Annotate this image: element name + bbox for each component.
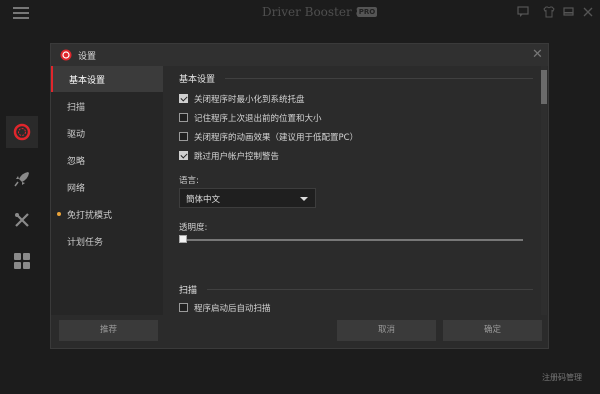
dialog-title: 设置 [78, 52, 97, 62]
feedback-icon[interactable] [517, 6, 529, 18]
settings-content: 基本设置 关闭程序时最小化到系统托盘 记住程序上次退出前的位置和大小 关闭程序的… [163, 66, 548, 315]
sidebar-item-network[interactable]: 网络 [51, 174, 163, 200]
left-nav [0, 26, 50, 394]
sidebar-item-basic[interactable]: 基本设置 [51, 66, 163, 92]
sidebar-item-label: 网络 [67, 184, 86, 194]
app-title: Driver Booster 8 [262, 5, 364, 19]
dialog-close-icon[interactable]: ✕ [532, 47, 543, 62]
ok-button[interactable]: 确定 [443, 320, 542, 341]
checkbox-label: 记住程序上次退出前的位置和大小 [194, 114, 322, 124]
dialog-footer: 推荐 取消 确定 [51, 315, 548, 348]
sidebar-item-label: 基本设置 [69, 76, 106, 86]
section-title-basic: 基本设置 [179, 75, 216, 85]
transparency-label: 透明度: [179, 223, 208, 233]
checkbox[interactable] [179, 94, 188, 103]
shirt-icon[interactable] [543, 6, 555, 18]
menu-icon[interactable] [13, 7, 29, 19]
sidebar-item-label: 驱动 [67, 130, 86, 140]
apps-grid-icon[interactable] [6, 245, 38, 277]
app-logo-icon [60, 49, 72, 61]
section-divider [207, 289, 533, 290]
rocket-icon[interactable] [6, 163, 38, 195]
checkbox-label: 关闭程序的动画效果（建议用于低配置PC） [194, 133, 359, 143]
checkbox[interactable] [179, 151, 188, 160]
language-value: 簡体中文 [186, 195, 221, 205]
sidebar-item-label: 扫描 [67, 103, 86, 113]
scan-ring-icon[interactable] [6, 116, 38, 148]
settings-sidebar: 基本设置 扫描 驱动 忽略 网络 免打扰模式 计划任务 [51, 66, 163, 315]
scrollbar-thumb[interactable] [541, 70, 547, 104]
title-bar: Driver Booster 8 PRO [0, 0, 600, 26]
checkbox-label: 关闭程序时最小化到系统托盘 [194, 95, 305, 105]
sidebar-item-dnd[interactable]: 免打扰模式 [51, 201, 163, 227]
dialog-header: 设置 ✕ [51, 44, 548, 66]
sidebar-item-driver[interactable]: 驱动 [51, 120, 163, 146]
section-divider [225, 78, 533, 79]
sidebar-item-label: 计划任务 [67, 238, 104, 248]
checkbox[interactable] [179, 132, 188, 141]
section-title-scan: 扫描 [179, 286, 198, 296]
checkbox[interactable] [179, 113, 188, 122]
pro-badge: PRO [357, 7, 377, 17]
tools-icon[interactable] [6, 204, 38, 236]
content-scrollbar[interactable] [541, 66, 547, 315]
sidebar-item-schedule[interactable]: 计划任务 [51, 228, 163, 254]
register-code-link[interactable]: 注册码管理 [542, 372, 582, 383]
new-indicator-dot [57, 212, 61, 216]
checkbox[interactable] [179, 303, 188, 312]
sidebar-item-ignore[interactable]: 忽略 [51, 147, 163, 173]
chevron-down-icon [300, 197, 308, 201]
maximize-icon[interactable] [563, 6, 575, 18]
cancel-button[interactable]: 取消 [337, 320, 436, 341]
close-icon[interactable] [583, 6, 593, 18]
settings-dialog: 设置 ✕ 基本设置 扫描 驱动 忽略 网络 免打扰模式 计划任务 基本设置 关闭… [50, 43, 549, 349]
recommend-button[interactable]: 推荐 [59, 320, 158, 341]
sidebar-item-scan[interactable]: 扫描 [51, 93, 163, 119]
checkbox-label: 跳过用户帐户控制警告 [194, 152, 280, 162]
transparency-slider-track[interactable] [179, 239, 523, 241]
language-label: 语言: [179, 176, 199, 186]
sidebar-item-label: 忽略 [67, 157, 86, 167]
checkbox-label: 程序启动后自动扫描 [194, 304, 271, 314]
transparency-slider-handle[interactable] [179, 235, 187, 243]
language-select[interactable]: 簡体中文 [179, 188, 316, 208]
sidebar-item-label: 免打扰模式 [67, 211, 113, 221]
